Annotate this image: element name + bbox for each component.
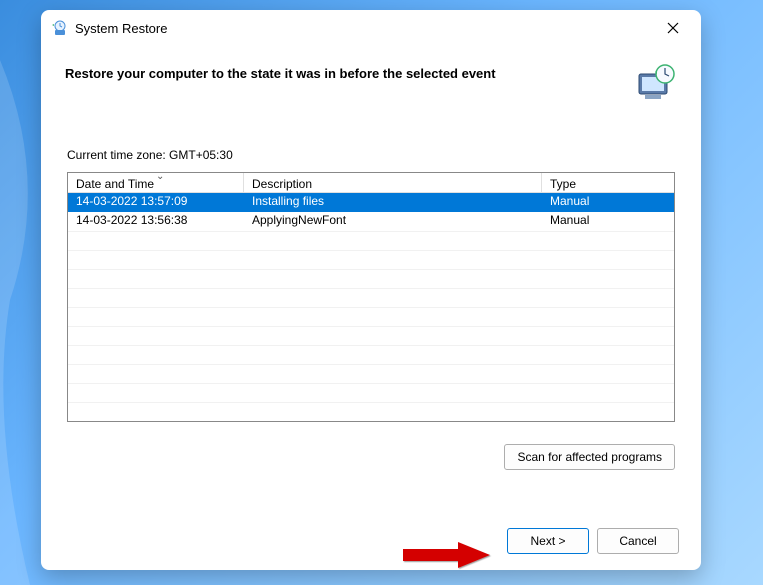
sort-indicator-icon: ⌄	[156, 172, 164, 182]
list-body: 14-03-2022 13:57:09Installing filesManua…	[68, 193, 674, 421]
window-title: System Restore	[75, 21, 653, 36]
empty-row	[68, 231, 674, 250]
empty-row	[68, 402, 674, 421]
cell-type: Manual	[542, 193, 674, 212]
cancel-button[interactable]: Cancel	[597, 528, 679, 554]
scan-button-row: Scan for affected programs	[67, 444, 675, 470]
cell-description: Installing files	[244, 193, 542, 212]
header-title: Restore your computer to the state it wa…	[65, 62, 623, 81]
table-row[interactable]: 14-03-2022 13:57:09Installing filesManua…	[68, 193, 674, 212]
empty-row	[68, 307, 674, 326]
column-header-datetime[interactable]: Date and Time ⌄	[68, 173, 244, 193]
empty-row	[68, 364, 674, 383]
empty-row	[68, 250, 674, 269]
column-header-datetime-label: Date and Time	[76, 177, 154, 191]
footer-button-row: Next > Cancel	[41, 490, 701, 570]
empty-row	[68, 383, 674, 402]
table-row[interactable]: 14-03-2022 13:56:38ApplyingNewFontManual	[68, 212, 674, 231]
list-header-row: Date and Time ⌄ Description Type	[68, 173, 674, 193]
cell-datetime: 14-03-2022 13:57:09	[68, 193, 244, 212]
close-button[interactable]	[653, 14, 693, 42]
empty-row	[68, 269, 674, 288]
column-header-type[interactable]: Type	[542, 173, 674, 193]
cell-description: ApplyingNewFont	[244, 212, 542, 231]
restore-points-list[interactable]: Date and Time ⌄ Description Type 14-03-2…	[67, 172, 675, 422]
restore-wizard-icon	[635, 62, 677, 104]
system-restore-icon	[51, 19, 69, 37]
cell-datetime: 14-03-2022 13:56:38	[68, 212, 244, 231]
title-bar: System Restore	[41, 10, 701, 46]
empty-row	[68, 326, 674, 345]
timezone-label: Current time zone: GMT+05:30	[67, 148, 675, 162]
cell-type: Manual	[542, 212, 674, 231]
system-restore-dialog: System Restore Restore your computer to …	[41, 10, 701, 570]
next-button[interactable]: Next >	[507, 528, 589, 554]
empty-row	[68, 288, 674, 307]
body-area: Current time zone: GMT+05:30 Date and Ti…	[41, 112, 701, 490]
empty-row	[68, 345, 674, 364]
column-header-description[interactable]: Description	[244, 173, 542, 193]
header-strip: Restore your computer to the state it wa…	[41, 46, 701, 112]
scan-affected-programs-button[interactable]: Scan for affected programs	[504, 444, 675, 470]
